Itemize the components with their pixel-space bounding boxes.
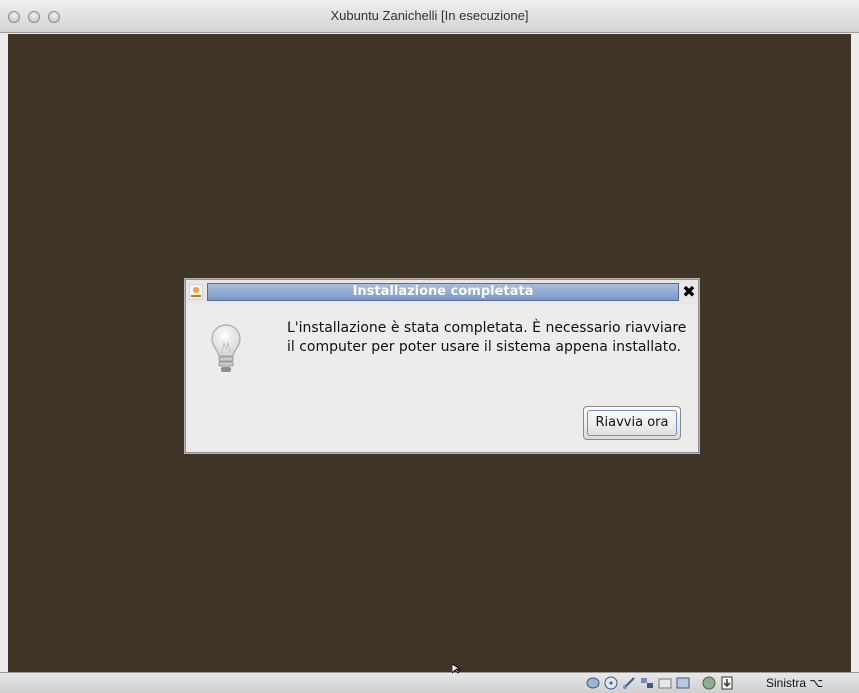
button-focus-ring	[587, 410, 677, 436]
dialog-message: L'installazione è stata completata. È ne…	[287, 320, 687, 355]
shared-folder-icon[interactable]	[658, 676, 672, 690]
dialog-title: Installazione completata	[207, 283, 679, 301]
display-icon[interactable]	[676, 676, 690, 690]
guest-desktop[interactable]: Installazione completata ✖ L'installazio…	[8, 34, 851, 672]
cd-icon[interactable]	[604, 676, 618, 690]
usb-icon[interactable]	[622, 676, 636, 690]
lightbulb-icon	[211, 324, 241, 372]
virtualbox-window: Xubuntu Zanichelli [In esecuzione] Insta…	[0, 0, 859, 693]
restart-now-button[interactable]: Riavvia ora	[583, 406, 681, 440]
window-title: Xubuntu Zanichelli [In esecuzione]	[330, 8, 529, 23]
host-key-label: Sinistra ⌥	[766, 676, 824, 690]
installer-app-icon	[189, 284, 203, 300]
capture-icon[interactable]	[702, 676, 716, 690]
network-icon[interactable]	[640, 676, 654, 690]
hard-disk-icon[interactable]	[586, 676, 600, 690]
install-complete-dialog: Installazione completata ✖ L'installazio…	[185, 279, 699, 453]
mouse-integration-icon[interactable]	[720, 676, 734, 690]
vm-statusbar: Sinistra ⌥	[0, 672, 859, 693]
window-titlebar[interactable]: Xubuntu Zanichelli [In esecuzione]	[0, 0, 859, 33]
dialog-titlebar[interactable]: Installazione completata ✖	[186, 280, 698, 304]
close-icon[interactable]: ✖	[681, 282, 697, 302]
mouse-cursor-icon	[452, 664, 462, 674]
